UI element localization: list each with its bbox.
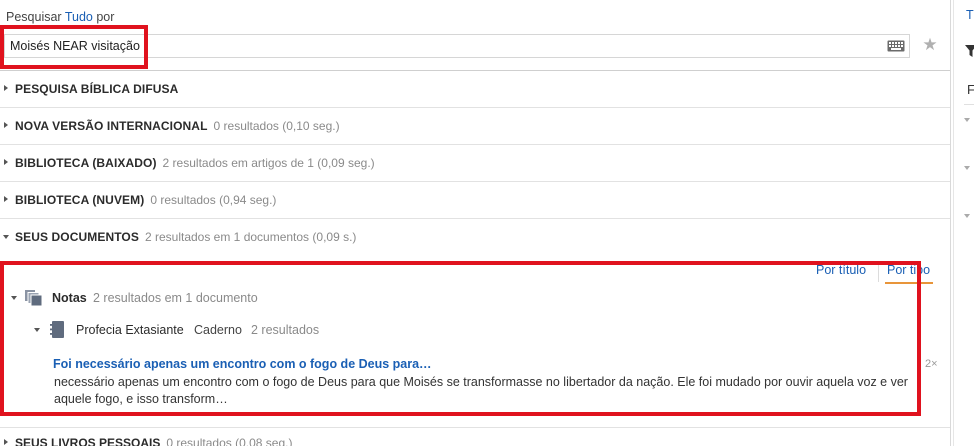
star-icon[interactable]: ★	[921, 36, 939, 54]
notebook-collapse-arrow-icon[interactable]	[34, 328, 40, 332]
side-panel-tab[interactable]: T	[966, 8, 974, 22]
expand-arrow-icon[interactable]	[4, 196, 8, 202]
notebook-icon	[50, 321, 64, 338]
result-multiplier: 2×	[925, 358, 938, 370]
section-library-downloaded[interactable]: BIBLIOTECA (BAIXADO) 2 resultados em arti…	[0, 145, 950, 182]
search-label-suffix: por	[96, 10, 115, 24]
expand-arrow-icon[interactable]	[4, 439, 8, 445]
section-your-documents[interactable]: SEUS DOCUMENTOS 2 resultados em 1 documen…	[0, 219, 950, 256]
notes-collapse-arrow-icon[interactable]	[11, 296, 17, 300]
section-meta: 0 resultados (0,10 seg.)	[213, 119, 340, 133]
side-panel: T F	[954, 0, 974, 446]
notes-meta: 2 resultados em 1 documento	[93, 291, 258, 305]
chevron-down-icon[interactable]	[964, 214, 970, 218]
divider	[964, 104, 974, 105]
search-results-panel: Pesquisar Tudo por ★ PESQUISA BÍBLICA DI…	[0, 0, 950, 446]
section-meta: 2 resultados em artigos de 1 (0,09 seg.)	[162, 156, 375, 170]
active-tab-indicator	[885, 282, 933, 284]
notes-icon	[25, 290, 43, 306]
collapse-arrow-icon[interactable]	[3, 235, 9, 239]
section-title: NOVA VERSÃO INTERNACIONAL 0 resultados (0…	[15, 119, 340, 133]
search-box	[4, 34, 910, 58]
sort-tab-separator	[878, 262, 879, 282]
sort-by-type-tab[interactable]: Por tipo	[887, 263, 930, 277]
search-input[interactable]	[10, 38, 870, 54]
filter-icon[interactable]	[965, 45, 974, 57]
keyboard-icon[interactable]	[887, 40, 905, 52]
chevron-down-icon[interactable]	[964, 118, 970, 122]
section-meta: 0 resultados (0,08 seg.)	[166, 436, 293, 446]
expand-arrow-icon[interactable]	[4, 85, 8, 91]
section-title: BIBLIOTECA (BAIXADO) 2 resultados em arti…	[15, 156, 375, 170]
search-scope-link[interactable]: Tudo	[65, 10, 93, 24]
notebook-title[interactable]: Profecia Extasiante	[76, 323, 184, 337]
section-title: BIBLIOTECA (NUVEM) 0 resultados (0,94 seg…	[15, 193, 277, 207]
panel-splitter[interactable]	[950, 0, 951, 446]
result-snippet[interactable]: necessário apenas um encontro com o fogo…	[54, 374, 940, 407]
section-library-cloud[interactable]: BIBLIOTECA (NUVEM) 0 resultados (0,94 seg…	[0, 182, 950, 219]
section-meta: 0 resultados (0,94 seg.)	[150, 193, 277, 207]
expand-arrow-icon[interactable]	[4, 159, 8, 165]
notebook-type: Caderno	[194, 323, 242, 337]
section-nvi[interactable]: NOVA VERSÃO INTERNACIONAL 0 resultados (0…	[0, 108, 950, 145]
section-title: PESQUISA BÍBLICA DIFUSA	[15, 82, 179, 96]
expand-arrow-icon[interactable]	[4, 122, 8, 128]
side-panel-heading: F	[967, 82, 974, 97]
search-app: Pesquisar Tudo por ★ PESQUISA BÍBLICA DI…	[0, 0, 974, 446]
search-scope-label: Pesquisar Tudo por	[6, 10, 114, 24]
chevron-down-icon[interactable]	[964, 166, 970, 170]
section-fuzzy-bible-search[interactable]: PESQUISA BÍBLICA DIFUSA	[0, 71, 950, 108]
search-label-prefix: Pesquisar	[6, 10, 62, 24]
notes-label[interactable]: Notas	[52, 291, 87, 305]
section-personal-books[interactable]: SEUS LIVROS PESSOAIS 0 resultados (0,08 s…	[0, 427, 950, 446]
result-title-link[interactable]: Foi necessário apenas um encontro com o …	[53, 357, 432, 371]
section-meta: 2 resultados em 1 documentos (0,09 s.)	[144, 230, 357, 244]
notebook-count: 2 resultados	[251, 323, 320, 337]
section-title: SEUS LIVROS PESSOAIS 0 resultados (0,08 s…	[15, 436, 292, 446]
sort-by-title-tab[interactable]: Por título	[816, 263, 866, 277]
section-title: SEUS DOCUMENTOS 2 resultados em 1 documen…	[15, 230, 357, 244]
